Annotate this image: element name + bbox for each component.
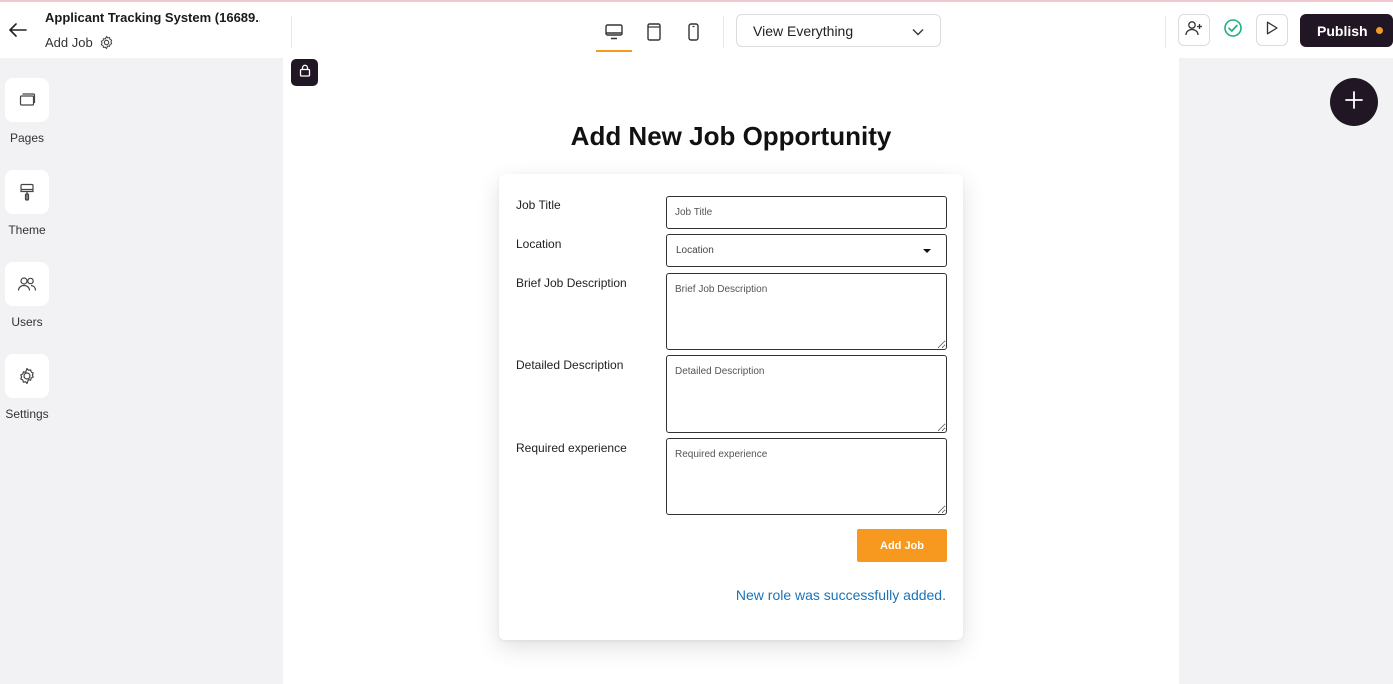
invite-user-button[interactable] <box>1178 14 1210 46</box>
sidebar-item-users[interactable]: Users <box>0 262 54 329</box>
chevron-down-icon <box>912 23 924 39</box>
app-title: Applicant Tracking System (16689... <box>45 10 260 25</box>
location-placeholder: Location <box>676 245 714 256</box>
lock-icon <box>299 64 311 82</box>
detailed-description-label: Detailed Description <box>516 358 624 372</box>
back-arrow-icon[interactable] <box>8 20 28 40</box>
unpublished-dot <box>1375 27 1383 34</box>
gear-icon <box>5 354 49 398</box>
job-title-label: Job Title <box>516 198 561 212</box>
job-title-input[interactable] <box>666 196 947 229</box>
users-icon <box>5 262 49 306</box>
sidebar-item-label: Users <box>11 315 43 329</box>
required-experience-input[interactable] <box>666 438 947 515</box>
lock-button[interactable] <box>291 59 318 86</box>
desktop-icon <box>605 23 623 45</box>
mobile-icon <box>687 22 699 46</box>
page-name: Add Job <box>45 35 93 50</box>
sidebar-item-theme[interactable]: Theme <box>0 170 54 237</box>
tablet-view-button[interactable] <box>636 18 672 50</box>
divider <box>723 16 724 48</box>
plus-icon <box>1345 90 1363 114</box>
sidebar-item-pages[interactable]: Pages <box>0 78 54 145</box>
brief-description-input[interactable] <box>666 273 947 350</box>
paint-roller-icon <box>5 170 49 214</box>
top-bar: Applicant Tracking System (16689... Add … <box>0 2 1393 58</box>
check-circle-icon <box>1223 18 1243 43</box>
sidebar-item-settings[interactable]: Settings <box>0 354 54 421</box>
saved-status[interactable] <box>1217 14 1249 46</box>
gear-icon[interactable] <box>99 35 114 50</box>
view-mode-select[interactable]: View Everything <box>736 14 941 47</box>
required-experience-label: Required experience <box>516 441 627 455</box>
divider <box>1165 16 1166 48</box>
caret-down-icon <box>923 248 931 253</box>
page-selector[interactable]: Add Job <box>45 35 114 50</box>
brief-description-label: Brief Job Description <box>516 276 627 290</box>
location-label: Location <box>516 237 562 251</box>
mobile-view-button[interactable] <box>675 18 711 50</box>
desktop-view-button[interactable] <box>596 18 632 52</box>
play-icon <box>1266 21 1278 40</box>
sidebar-item-label: Pages <box>9 131 45 145</box>
add-job-button[interactable]: Add Job <box>857 529 947 562</box>
sidebar-item-label: Theme <box>8 223 46 237</box>
add-element-button[interactable] <box>1330 78 1378 126</box>
publish-button[interactable]: Publish <box>1300 14 1393 47</box>
success-message: New role was successfully added. <box>735 587 946 603</box>
detailed-description-input[interactable] <box>666 355 947 433</box>
sidebar-item-label: Settings <box>5 407 49 421</box>
add-user-icon <box>1185 20 1203 41</box>
tablet-icon <box>647 22 661 46</box>
location-select[interactable]: Location <box>666 234 947 267</box>
form-title: Add New Job Opportunity <box>570 121 892 151</box>
view-mode-value: View Everything <box>753 22 854 39</box>
pages-icon <box>5 78 49 122</box>
preview-button[interactable] <box>1256 14 1288 46</box>
divider <box>291 16 292 48</box>
publish-label: Publish <box>1317 22 1368 39</box>
